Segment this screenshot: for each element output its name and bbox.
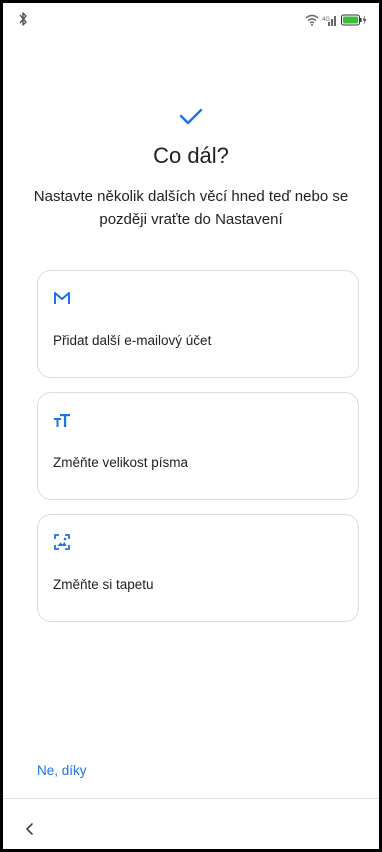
status-bar: 4G [3, 3, 379, 37]
battery-charging-icon [341, 14, 367, 26]
nav-divider [3, 798, 379, 799]
change-font-size-card[interactable]: Změňte velikost písma [37, 392, 359, 500]
change-wallpaper-label: Změňte si tapetu [53, 577, 154, 592]
add-email-account-card[interactable]: Přidat další e-mailový účet [37, 270, 359, 378]
font-size-icon [54, 414, 70, 427]
back-chevron-icon[interactable] [23, 821, 37, 837]
check-icon [179, 108, 203, 125]
svg-text:4G: 4G [322, 17, 330, 23]
gmail-icon [54, 292, 70, 304]
change-font-size-label: Změňte velikost písma [53, 455, 189, 470]
status-icons: 4G [305, 12, 367, 28]
change-wallpaper-card[interactable]: Změňte si tapetu [37, 514, 359, 622]
wifi-icon [305, 14, 319, 26]
bluetooth-icon [19, 12, 27, 26]
page-title: Co dál? [153, 143, 229, 168]
page-subtitle: Nastavte několik dalších věcí hned teď n… [33, 188, 349, 228]
setup-screen: 4G Co dál? Nastavte několik dalších věcí… [3, 3, 379, 849]
add-email-account-label: Přidat další e-mailový účet [53, 333, 212, 348]
skip-button[interactable]: Ne, díky [37, 763, 87, 778]
wallpaper-icon [54, 534, 70, 550]
signal-icon: 4G [322, 16, 336, 26]
